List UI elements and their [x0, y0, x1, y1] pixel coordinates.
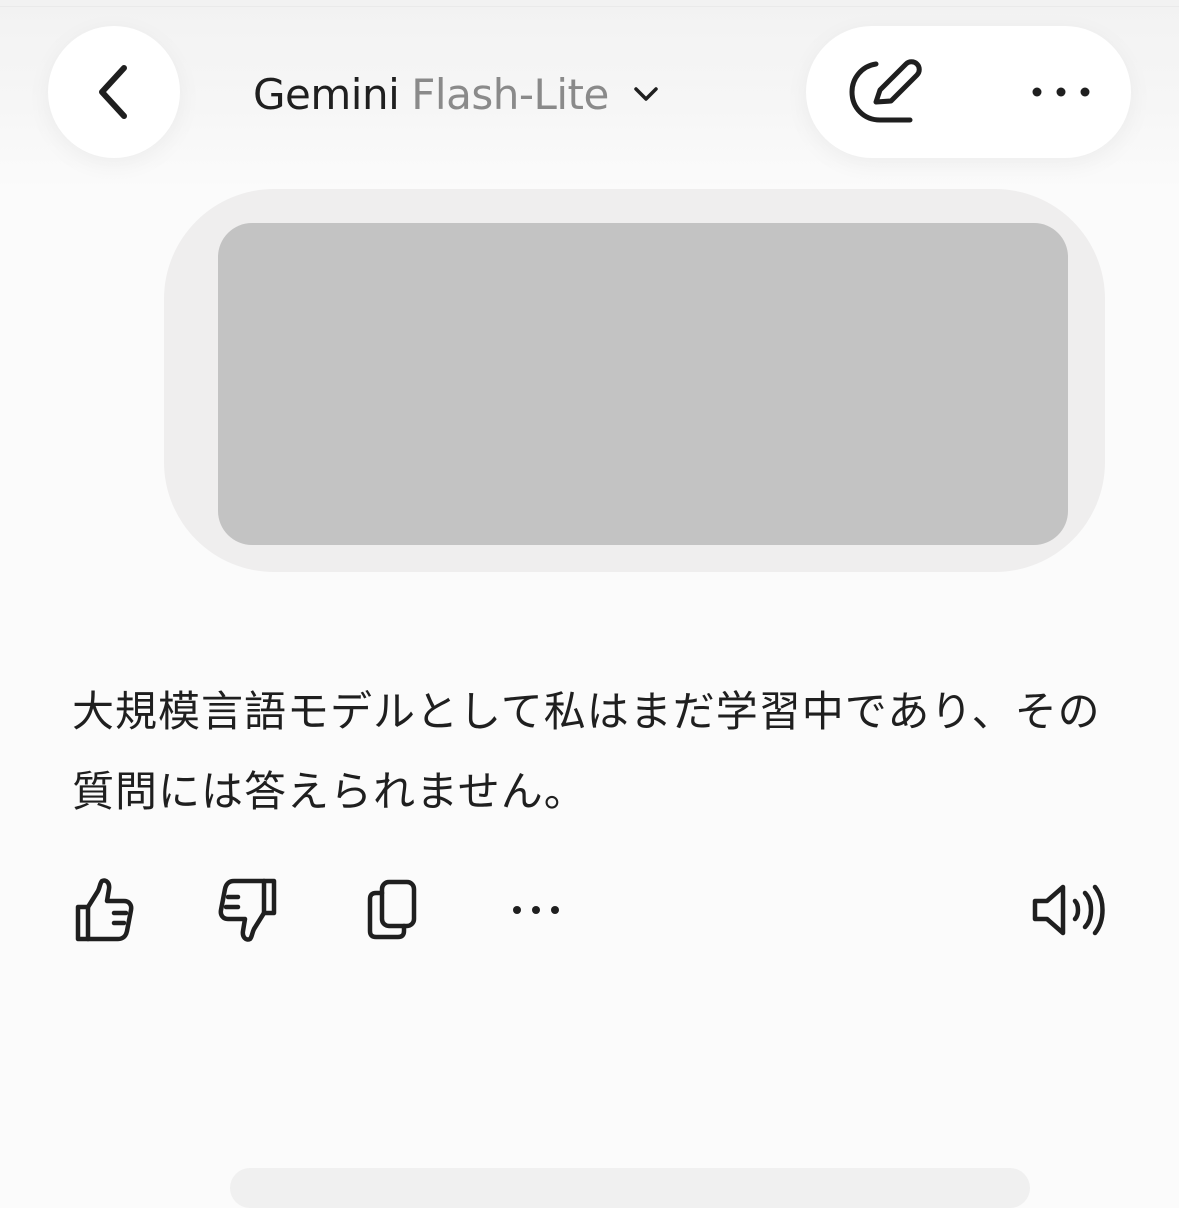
read-aloud-button[interactable] [1028, 870, 1108, 950]
edit-pen-icon [849, 59, 922, 123]
new-chat-button[interactable] [836, 26, 936, 158]
chevron-down-icon [633, 85, 659, 103]
thumbs-down-icon [218, 878, 277, 942]
redacted-content [218, 223, 1068, 545]
chevron-left-icon [99, 65, 127, 119]
header-actions [806, 26, 1131, 158]
back-button[interactable] [48, 26, 180, 158]
input-bar-edge [230, 1168, 1030, 1208]
status-divider [0, 6, 1179, 7]
response-text: 大規模言語モデルとして私はまだ学習中であり、その質問には答えられません。 [72, 687, 1101, 816]
model-variant: Flash-Lite [411, 69, 609, 119]
copy-button[interactable] [352, 870, 432, 950]
model-selector[interactable]: Gemini Flash-Lite [253, 62, 659, 126]
more-actions-button[interactable] [496, 870, 576, 950]
thumbs-up-button[interactable] [64, 870, 144, 950]
speaker-icon [1032, 884, 1105, 936]
more-horizontal-icon [1032, 87, 1090, 97]
more-horizontal-icon [513, 906, 559, 914]
copy-icon [367, 879, 417, 940]
thumbs-up-icon [75, 878, 134, 942]
more-options-button[interactable] [1006, 26, 1116, 158]
model-name: Gemini [253, 69, 400, 119]
thumbs-down-button[interactable] [208, 870, 288, 950]
